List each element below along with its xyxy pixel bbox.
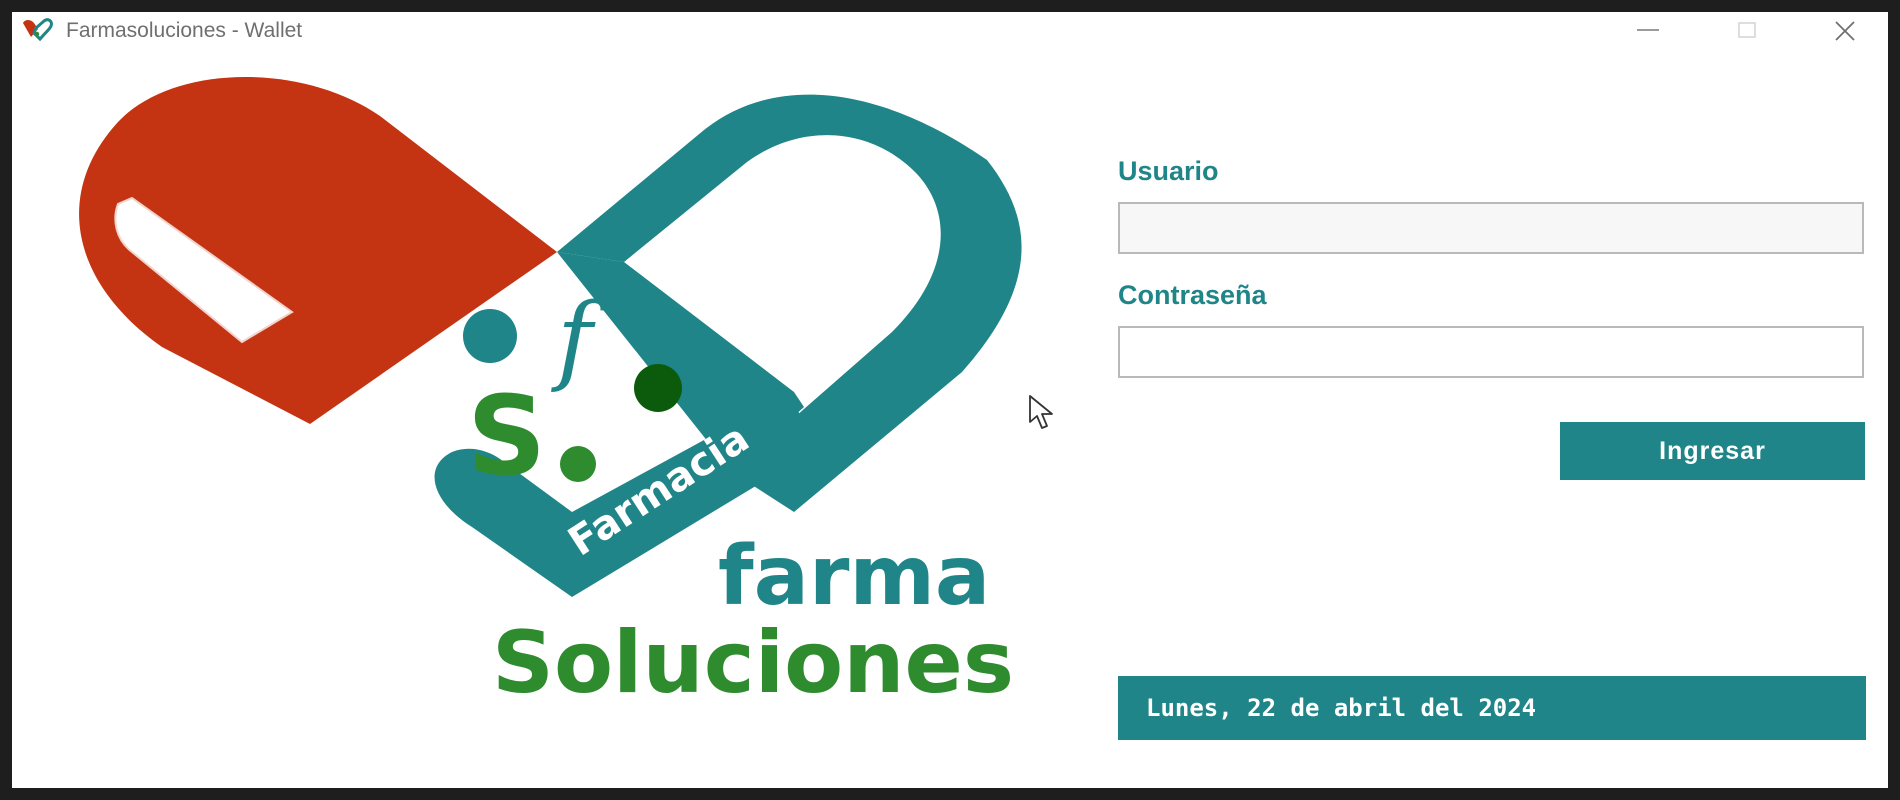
- minimize-button[interactable]: [1597, 12, 1697, 48]
- contrasena-label: Contraseña: [1118, 280, 1267, 310]
- dark-green-dot: [634, 364, 682, 412]
- green-dot: [560, 446, 596, 482]
- login-window: Farmasoluciones - Wallet f S Farmacia fa…: [12, 12, 1888, 788]
- date-status-bar: Lunes, 22 de abril del 2024: [1118, 676, 1866, 740]
- minimize-icon: [1637, 29, 1659, 31]
- close-icon: [1835, 21, 1855, 41]
- ingresar-button[interactable]: Ingresar: [1560, 422, 1865, 480]
- maximize-icon: [1738, 22, 1756, 38]
- usuario-input[interactable]: [1118, 202, 1864, 254]
- maximize-button[interactable]: [1696, 12, 1796, 48]
- logo-farma-text: farma: [718, 529, 990, 624]
- teal-dot: [463, 309, 517, 363]
- contrasena-input[interactable]: [1118, 326, 1864, 378]
- farmasoluciones-logo: f S Farmacia farma Soluciones: [79, 76, 1022, 713]
- close-button[interactable]: [1794, 12, 1888, 48]
- logo-soluciones-text: Soluciones: [492, 613, 1014, 713]
- mouse-pointer-icon: [1029, 395, 1053, 429]
- logo-letter-s: S: [467, 372, 546, 500]
- usuario-label: Usuario: [1118, 156, 1219, 186]
